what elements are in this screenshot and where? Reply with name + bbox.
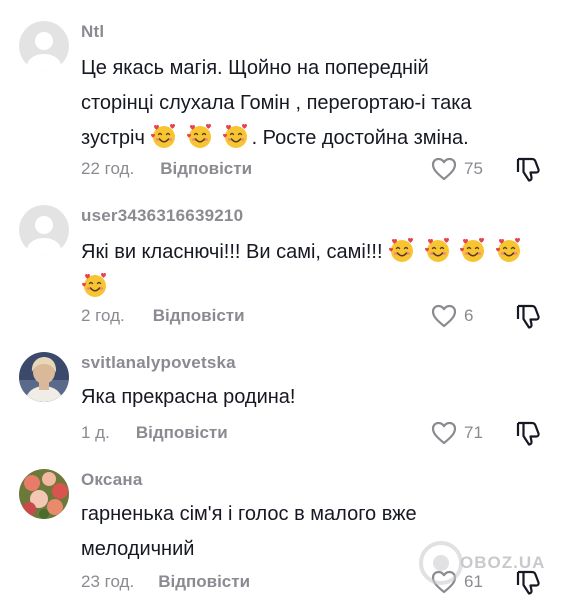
comment-text-line	[81, 270, 481, 305]
comment-username[interactable]: Оксана	[81, 470, 143, 490]
reply-button[interactable]: Відповісти	[160, 159, 252, 179]
heart-icon	[431, 157, 457, 181]
heart-icon	[431, 304, 457, 328]
avatar[interactable]	[19, 469, 69, 519]
like-count: 61	[464, 572, 483, 591]
emoji-group	[81, 273, 111, 298]
emoji-group	[145, 124, 252, 149]
comment-text-fragment: Які ви класнючі!!! Ви самі, самі!!!	[81, 241, 383, 263]
reply-button[interactable]: Відповісти	[153, 306, 245, 326]
like-button[interactable]: 71	[431, 419, 483, 447]
like-count: 75	[464, 159, 483, 178]
heart-icon	[431, 421, 457, 445]
comment-text: Які ви класнючі!!! Ви самі, самі!!!	[81, 235, 520, 305]
smiling-face-with-hearts-icon	[495, 238, 520, 262]
avatar[interactable]	[19, 352, 69, 402]
watermark-text: OBOZ.UA	[460, 553, 546, 572]
default-avatar-icon	[27, 32, 61, 71]
profile-photo-icon	[19, 469, 69, 519]
comment-text: Яка прекрасна родина!	[81, 380, 481, 415]
comment-text-line: Які ви класнючі!!! Ви самі, самі!!!	[81, 235, 520, 270]
like-count: 71	[464, 423, 483, 442]
comment-text-line: гарненька сім'я і голос в малого вже	[81, 503, 417, 525]
comment-meta: 2 год. Відповісти	[81, 304, 245, 328]
smiling-face-with-hearts-icon	[460, 238, 485, 262]
like-button[interactable]: 6	[431, 302, 473, 330]
thumbs-down-icon	[516, 304, 540, 329]
comment-text-fragment: . Росте достойна зміна.	[251, 127, 469, 149]
smiling-face-with-hearts-icon	[424, 238, 449, 262]
comment-text: гарненька сім'я і голос в малого вже мел…	[81, 497, 481, 567]
comment-time: 2 год.	[81, 306, 125, 325]
thumbs-down-icon	[516, 421, 540, 446]
dislike-button[interactable]	[514, 155, 544, 183]
comment-text-line: Це якась магія. Щойно на попередній	[81, 57, 429, 79]
comment-username[interactable]: user3436316639210	[81, 206, 243, 226]
smiling-face-with-hearts-icon	[151, 124, 176, 148]
profile-photo-icon	[19, 352, 69, 402]
dislike-button[interactable]	[514, 302, 544, 330]
comment-meta: 23 год. Відповісти	[81, 570, 250, 594]
comment-text: Це якась магія. Щойно на попередній стор…	[81, 51, 481, 156]
comment-meta: 22 год. Відповісти	[81, 157, 252, 181]
heart-icon	[431, 570, 457, 594]
comment-username[interactable]: Ntl	[81, 22, 104, 42]
comment-username[interactable]: svitlanalypovetska	[81, 353, 236, 373]
smiling-face-with-hearts-icon	[389, 238, 414, 262]
comment-text-line: Яка прекрасна родина!	[81, 386, 296, 408]
comment-time: 22 год.	[81, 159, 135, 178]
comment-text-line: мелодичний	[81, 538, 195, 560]
like-button[interactable]: 75	[431, 155, 483, 183]
reply-button[interactable]: Відповісти	[136, 423, 228, 443]
comment-time: 1 д.	[81, 423, 110, 442]
emoji-group	[383, 238, 525, 263]
comment-time: 23 год.	[81, 572, 135, 591]
comment-meta: 1 д. Відповісти	[81, 421, 228, 445]
comment-text-fragment: зустріч	[81, 127, 145, 149]
thumbs-down-icon	[516, 157, 540, 182]
smiling-face-with-hearts-icon	[187, 124, 211, 148]
smiling-face-with-hearts-icon	[222, 124, 247, 148]
default-avatar-icon	[27, 216, 61, 255]
reply-button[interactable]: Відповісти	[158, 572, 250, 592]
dislike-button[interactable]	[514, 419, 544, 447]
avatar[interactable]	[19, 21, 69, 71]
smiling-face-with-hearts-icon	[82, 273, 106, 297]
like-count: 6	[464, 306, 474, 325]
comment-text-line: зустріч . Росте достойна зміна.	[81, 121, 481, 156]
comment-text-line: сторінці слухала Гомін , перегортаю-і та…	[81, 92, 472, 114]
avatar[interactable]	[19, 205, 69, 255]
